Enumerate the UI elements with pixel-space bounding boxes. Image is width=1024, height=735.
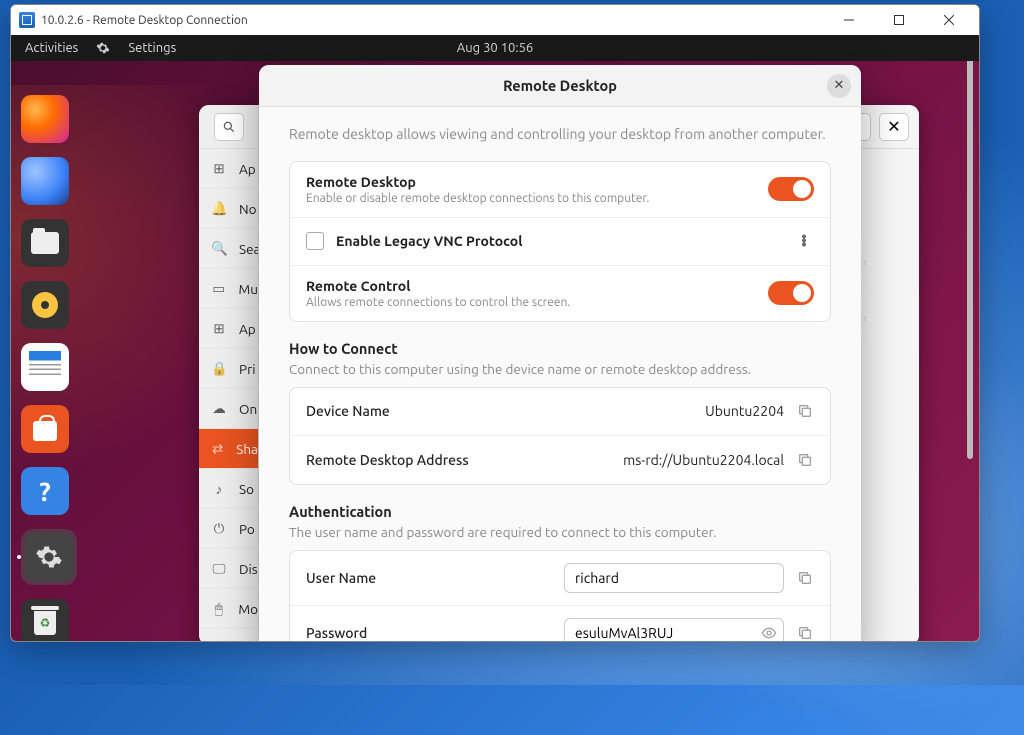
maximize-button[interactable] <box>877 6 921 34</box>
sidebar-item[interactable]: ⊞Ap <box>199 309 258 349</box>
rdc-app-icon <box>19 12 35 28</box>
sidebar-item[interactable]: ⊞Ap <box>199 149 258 189</box>
clock[interactable]: Aug 30 10:56 <box>457 41 534 55</box>
dialog-close-button[interactable]: ✕ <box>827 74 851 98</box>
legacy-vnc-row: Enable Legacy VNC Protocol ••• <box>290 218 830 266</box>
close-button[interactable] <box>927 6 971 34</box>
remote-desktop-dialog: Remote Desktop ✕ Remote desktop allows v… <box>259 65 861 641</box>
sidebar-item[interactable]: 🖵Dis <box>199 549 258 589</box>
password-row: Password <box>290 606 830 641</box>
remote-desktop-viewport: Activities Settings Aug 30 10:56 ? ♻ <box>11 35 979 641</box>
copy-password-button[interactable] <box>796 624 814 641</box>
copy-device-name-button[interactable] <box>796 402 814 420</box>
sidebar-item[interactable]: 🔒Pri <box>199 349 258 389</box>
how-to-connect-title: How to Connect <box>289 340 831 357</box>
topbar-app-label[interactable]: Settings <box>128 41 176 55</box>
minimize-button[interactable] <box>827 6 871 34</box>
sidebar-item[interactable]: ♪So <box>199 469 258 509</box>
username-input[interactable] <box>564 563 784 593</box>
sidebar-item[interactable]: 🖱Mo <box>199 589 258 629</box>
rdc-window: 10.0.2.6 - Remote Desktop Connection Act… <box>10 4 980 642</box>
remote-desktop-label: Remote Desktop <box>306 174 756 190</box>
connect-card: Device Name Ubuntu2204 Remote Desktop Ad… <box>289 387 831 485</box>
device-name-label: Device Name <box>306 403 693 419</box>
legacy-vnc-menu-button[interactable]: ••• <box>794 235 814 247</box>
dock-software-icon[interactable] <box>21 405 69 453</box>
dock-rhythmbox-icon[interactable] <box>21 281 69 329</box>
username-row: User Name <box>290 551 830 606</box>
address-label: Remote Desktop Address <box>306 452 611 468</box>
remote-desktop-sub: Enable or disable remote desktop connect… <box>306 192 756 205</box>
dock-settings-active-bg <box>21 529 77 585</box>
address-row: Remote Desktop Address ms-rd://Ubuntu220… <box>290 436 830 484</box>
dialog-intro: Remote desktop allows viewing and contro… <box>289 125 831 145</box>
window-title: 10.0.2.6 - Remote Desktop Connection <box>41 14 248 27</box>
options-card: Remote Desktop Enable or disable remote … <box>289 161 831 322</box>
auth-title: Authentication <box>289 503 831 520</box>
dock-files-icon[interactable] <box>21 219 69 267</box>
legacy-vnc-checkbox[interactable] <box>306 232 324 250</box>
device-name-value: Ubuntu2204 <box>705 403 784 419</box>
dock-help-icon[interactable]: ? <box>21 467 69 515</box>
toggle-password-visibility-button[interactable] <box>760 624 778 641</box>
settings-close-button[interactable]: ✕ <box>879 113 909 141</box>
dock-settings-icon[interactable] <box>25 533 73 581</box>
how-to-connect-sub: Connect to this computer using the devic… <box>289 361 831 377</box>
address-value: ms-rd://Ubuntu2204.local <box>623 452 784 468</box>
activities-button[interactable]: Activities <box>25 41 78 55</box>
title-bar[interactable]: 10.0.2.6 - Remote Desktop Connection <box>11 5 979 35</box>
window-scrollbar[interactable] <box>963 35 977 637</box>
username-label: User Name <box>306 570 552 586</box>
remote-desktop-row: Remote Desktop Enable or disable remote … <box>290 162 830 218</box>
sidebar-item[interactable]: 🔍Sea <box>199 229 258 269</box>
dialog-header: Remote Desktop ✕ <box>259 65 861 107</box>
dialog-body: Remote desktop allows viewing and contro… <box>259 107 861 641</box>
remote-control-toggle[interactable] <box>768 281 814 305</box>
dock-writer-icon[interactable] <box>21 343 69 391</box>
auth-card: User Name Password <box>289 550 831 641</box>
sidebar-item[interactable]: 🔔No <box>199 189 258 229</box>
dock-firefox-icon[interactable] <box>21 95 69 143</box>
dock-trash-icon[interactable]: ♻ <box>21 599 69 641</box>
auth-sub: The user name and password are required … <box>289 524 831 540</box>
gear-icon <box>96 41 110 55</box>
settings-search[interactable] <box>199 105 258 149</box>
sidebar-item[interactable]: ▭Mu <box>199 269 258 309</box>
password-label: Password <box>306 625 552 641</box>
sidebar-item[interactable]: ⏻Po <box>199 509 258 549</box>
copy-address-button[interactable] <box>796 451 814 469</box>
remote-control-row: Remote Control Allows remote connections… <box>290 266 830 321</box>
remote-control-label: Remote Control <box>306 278 756 294</box>
settings-sidebar: ⊞Ap 🔔No 🔍Sea ▭Mu ⊞Ap 🔒Pri ☁On ⇄Sha ♪So ⏻… <box>199 105 259 641</box>
legacy-vnc-label: Enable Legacy VNC Protocol <box>336 233 782 249</box>
remote-control-sub: Allows remote connections to control the… <box>306 296 756 309</box>
sidebar-item[interactable]: ☁On <box>199 389 258 429</box>
copy-username-button[interactable] <box>796 569 814 587</box>
gnome-top-bar: Activities Settings Aug 30 10:56 <box>11 35 979 61</box>
dialog-title: Remote Desktop <box>503 77 617 94</box>
dock-thunderbird-icon[interactable] <box>21 157 69 205</box>
sidebar-item-sharing[interactable]: ⇄Sha <box>199 429 258 469</box>
dock: ? ♻ <box>21 95 75 641</box>
password-input[interactable] <box>564 618 784 641</box>
remote-desktop-toggle[interactable] <box>768 177 814 201</box>
device-name-row: Device Name Ubuntu2204 <box>290 388 830 436</box>
